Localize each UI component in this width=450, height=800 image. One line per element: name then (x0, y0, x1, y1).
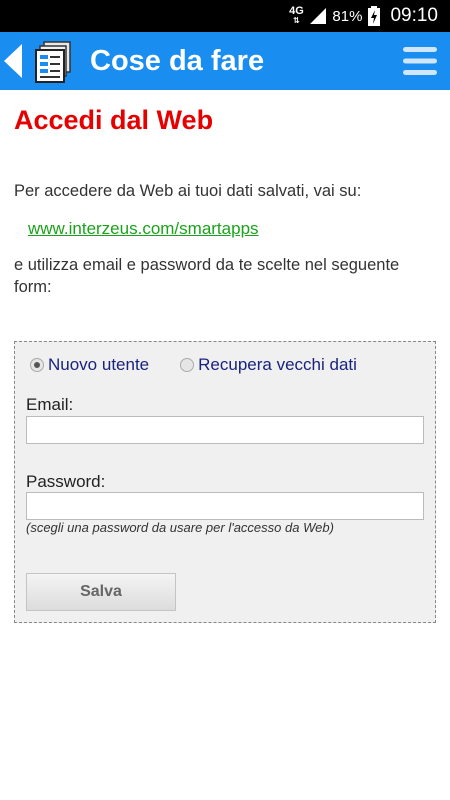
page-title: Accedi dal Web (14, 105, 214, 135)
radio-recover-data[interactable]: Recupera vecchi dati (180, 355, 357, 375)
battery-charging-icon (368, 6, 381, 26)
login-form: Nuovo utente Recupera vecchi dati Email:… (14, 341, 436, 623)
save-button[interactable]: Salva (26, 573, 176, 611)
radio-unchecked-icon[interactable] (180, 358, 195, 372)
password-hint: (scegli una password da usare per l'acce… (26, 520, 334, 535)
radio-recover-data-label: Recupera vecchi dati (198, 355, 357, 374)
network-indicator: 4G ⇅ (288, 6, 304, 26)
radio-new-user-label: Nuovo utente (48, 355, 150, 374)
password-label: Password: (26, 472, 106, 491)
instruction-text: e utilizza email e password da te scelte… (14, 256, 400, 296)
signal-icon (310, 8, 327, 24)
web-link[interactable]: www.interzeus.com/smartapps (28, 219, 259, 239)
password-field[interactable] (26, 492, 424, 520)
back-icon[interactable] (4, 44, 24, 78)
data-arrows-icon: ⇅ (293, 16, 300, 25)
battery-percent: 81% (332, 7, 363, 25)
menu-icon[interactable] (403, 45, 437, 77)
clock: 09:10 (390, 5, 438, 26)
notes-app-icon[interactable] (32, 40, 76, 84)
email-field[interactable] (26, 416, 424, 444)
email-label: Email: (26, 395, 74, 414)
radio-new-user[interactable]: Nuovo utente (30, 355, 149, 375)
status-bar: 4G ⇅ 81% 09:10 (0, 0, 450, 32)
radio-checked-icon[interactable] (30, 358, 44, 372)
app-bar: Cose da fare (0, 32, 450, 90)
app-title: Cose da fare (90, 45, 265, 77)
user-mode-radio-group: Nuovo utente Recupera vecchi dati (30, 355, 357, 375)
intro-text: Per accedere da Web ai tuoi dati salvati… (14, 182, 362, 200)
